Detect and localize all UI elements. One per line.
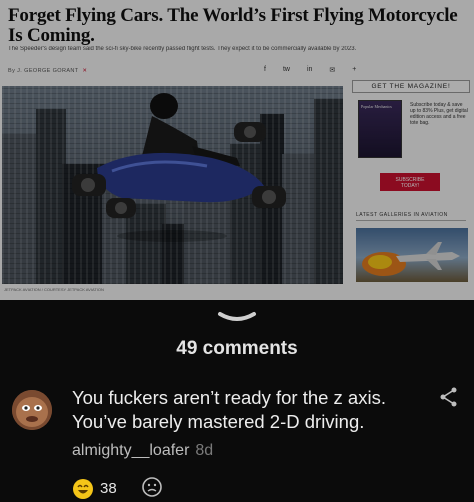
article-byline: By J. GEORGE GORANT ✕ — [8, 68, 87, 74]
add-reaction-button[interactable] — [141, 476, 163, 501]
comment-author[interactable]: almighty__loafer — [72, 442, 189, 459]
add-reaction-icon — [141, 477, 162, 497]
comment-item: You fuckers aren’t ready for the z axis.… — [0, 384, 474, 502]
reaction-bar: 38 — [72, 476, 163, 501]
jet-explosion-icon — [362, 242, 460, 276]
comment-meta: almighty__loafer 8d — [72, 442, 213, 460]
article-headline: Forget Flying Cars. The World’s First Fl… — [8, 5, 458, 46]
linkedin-icon: in — [306, 66, 313, 73]
flying-motorcycle-icon — [72, 93, 286, 242]
magazine-sidebar: GET THE MAGAZINE! Popular Mechanics Subs… — [350, 80, 470, 295]
share-bar: f tw in ✉ + — [264, 66, 356, 74]
subscribe-button: SUBSCRIBE TODAY! — [380, 173, 440, 191]
more-share-icon: + — [352, 66, 357, 73]
byline-text: By J. GEORGE GORANT — [8, 68, 79, 74]
article-subhead: The Speeder's design team said the sci-f… — [8, 46, 357, 52]
byline-close-icon: ✕ — [82, 68, 88, 74]
article-screenshot: Forget Flying Cars. The World’s First Fl… — [0, 0, 474, 300]
magazine-name: Popular Mechanics — [361, 104, 392, 109]
laugh-reaction-button[interactable]: 38 — [72, 478, 117, 500]
sidebar-title: GET THE MAGAZINE! — [352, 80, 470, 93]
share-icon — [440, 387, 457, 407]
twitter-icon: tw — [282, 66, 290, 73]
comment-text: You fuckers aren’t ready for the z axis.… — [72, 387, 386, 432]
collapse-handle[interactable] — [216, 310, 258, 331]
magazine-promo-text: Subscribe today & save up to 83% Plus, g… — [410, 102, 468, 126]
laughing-emoji-icon — [73, 478, 93, 499]
facebook-icon: f — [264, 66, 266, 73]
gallery-image — [356, 228, 468, 282]
photo-caption: JETPACK AVIATION / COURTESY JETPACK AVIA… — [4, 287, 104, 292]
article-photo — [2, 86, 343, 284]
mail-icon: ✉ — [329, 67, 336, 74]
magazine-cover: Popular Mechanics — [358, 100, 402, 158]
comment-age: 8d — [195, 442, 214, 459]
comments-count: 49 comments — [176, 338, 298, 359]
avatar-face-icon — [12, 390, 52, 430]
laugh-count: 38 — [100, 480, 117, 497]
share-button[interactable] — [438, 386, 460, 408]
gallery-title: LATEST GALLERIES IN AVIATION — [356, 212, 466, 221]
chevron-down-icon — [218, 312, 256, 321]
avatar[interactable] — [12, 390, 52, 430]
